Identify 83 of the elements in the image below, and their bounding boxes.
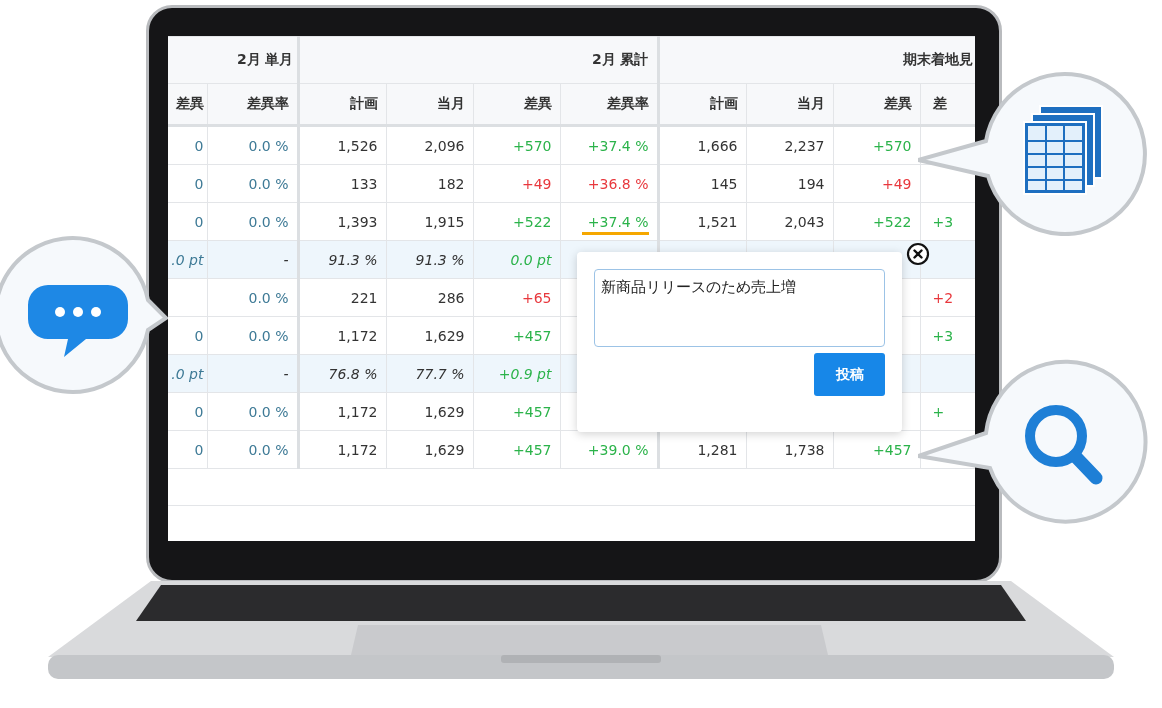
table-cell: 2,043 xyxy=(784,213,825,230)
column-header: 計画 xyxy=(658,83,746,126)
table-cell: 0.0 % xyxy=(248,441,289,458)
column-header: 当月 xyxy=(386,83,473,126)
table-cell: 0 xyxy=(194,403,204,420)
table-cell: 0.0 pt xyxy=(510,251,552,268)
column-header: 差異 xyxy=(473,83,560,126)
table-cell: +37.4 % xyxy=(587,137,649,154)
table-cell: 1,393 xyxy=(337,213,378,230)
column-header: 計画 xyxy=(298,83,386,126)
comment-field[interactable]: 新商品リリースのため売上増 xyxy=(594,269,885,347)
table-cell: 0.0 % xyxy=(248,289,289,306)
table-cell: 0.0 % xyxy=(248,137,289,154)
table-cell: +0.9 pt xyxy=(498,365,552,382)
table-cell: 2,237 xyxy=(784,137,825,154)
column-header: 当月 xyxy=(746,83,833,126)
table-cell: 91.3 % xyxy=(328,251,378,268)
table-cell: + xyxy=(932,403,945,420)
table-cell: .0 pt xyxy=(171,251,204,268)
table-cell: +2 xyxy=(932,289,954,306)
table-cell: +457 xyxy=(513,327,552,344)
table-cell: 1,629 xyxy=(424,327,465,344)
column-header: 差異率 xyxy=(207,83,298,126)
close-icon[interactable] xyxy=(906,242,930,266)
column-header: 差異率 xyxy=(560,83,658,126)
table-cell: 1,666 xyxy=(697,137,738,154)
table-cell: 1,521 xyxy=(697,213,738,230)
table-cell: 76.8 % xyxy=(328,365,378,382)
table-cell: +49 xyxy=(521,175,552,192)
table-cell: 145 xyxy=(710,175,738,192)
table-cell: 1,281 xyxy=(697,441,738,458)
table-cell: +457 xyxy=(873,441,912,458)
table-cell: 2,096 xyxy=(424,137,465,154)
table-cell: +37.4 % xyxy=(581,213,649,235)
table-cell: 286 xyxy=(437,289,465,306)
column-header: 差異 xyxy=(168,83,207,126)
table-cell: 0.0 % xyxy=(248,213,289,230)
post-button[interactable]: 投稿 xyxy=(814,353,885,396)
table-cell: +3 xyxy=(932,213,954,230)
table-cell: 91.3 % xyxy=(415,251,465,268)
table-cell: 194 xyxy=(797,175,825,192)
table-cell: 0 xyxy=(194,213,204,230)
table-cell: 0.0 % xyxy=(248,403,289,420)
table-cell: 0 xyxy=(194,327,204,344)
table-cell: 1,629 xyxy=(424,403,465,420)
group-header: 2月 累計 xyxy=(298,36,658,84)
table-cell: 0.0 % xyxy=(248,175,289,192)
table-cell: +522 xyxy=(513,213,552,230)
table-cell: +457 xyxy=(513,403,552,420)
table-cell: +39.0 % xyxy=(587,441,649,458)
table-cell: 1,172 xyxy=(337,403,378,420)
table-cell: 0 xyxy=(194,441,204,458)
table-cell: 0.0 % xyxy=(248,327,289,344)
chat-icon xyxy=(28,285,128,357)
table-cell: +570 xyxy=(513,137,552,154)
table-cell: 1,172 xyxy=(337,327,378,344)
table-cell: 1,738 xyxy=(784,441,825,458)
table-cell: - xyxy=(283,251,289,268)
table-cell: 133 xyxy=(350,175,378,192)
column-header: 差 xyxy=(920,83,975,126)
table-cell: 182 xyxy=(437,175,465,192)
table-cell: 1,629 xyxy=(424,441,465,458)
table-cell: 77.7 % xyxy=(415,365,465,382)
table-cell: .0 pt xyxy=(171,365,204,382)
spreadsheet-icon xyxy=(1023,105,1103,195)
search-icon xyxy=(1025,405,1103,485)
table-cell: 0 xyxy=(194,137,204,154)
table-cell: +49 xyxy=(881,175,912,192)
table-cell: +3 xyxy=(932,327,954,344)
table-cell: 1,172 xyxy=(337,441,378,458)
table-cell: 0 xyxy=(194,175,204,192)
table-cell: 1,915 xyxy=(424,213,465,230)
table-cell: +522 xyxy=(873,213,912,230)
table-cell: +570 xyxy=(873,137,912,154)
table-cell: 1,526 xyxy=(337,137,378,154)
table-cell: +457 xyxy=(513,441,552,458)
group-header: 2月 単月 xyxy=(168,36,298,84)
table-cell: +65 xyxy=(521,289,552,306)
table-cell: +36.8 % xyxy=(587,175,649,192)
group-header: 期末着地見 xyxy=(658,36,975,84)
column-header: 差異 xyxy=(833,83,920,126)
table-cell: - xyxy=(283,365,289,382)
table-cell: 221 xyxy=(350,289,378,306)
